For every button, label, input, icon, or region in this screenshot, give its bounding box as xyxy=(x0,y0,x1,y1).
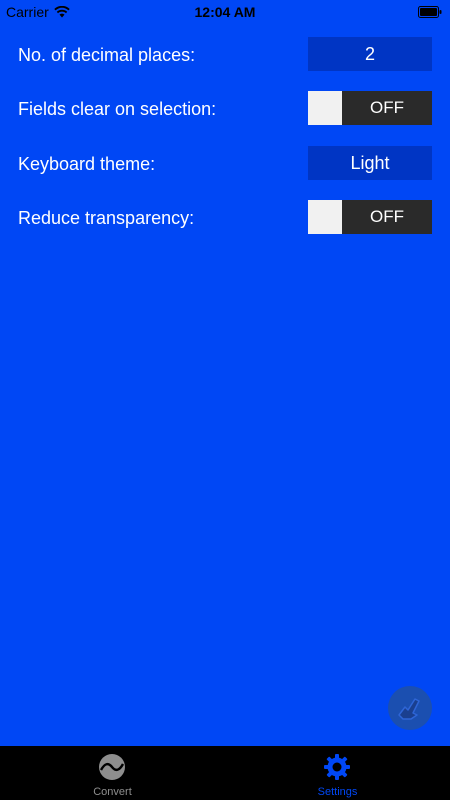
gear-icon xyxy=(324,754,350,780)
battery-icon xyxy=(418,6,442,18)
reduce-transparency-toggle[interactable]: OFF xyxy=(308,200,432,234)
reduce-transparency-row: Reduce transparency: OFF xyxy=(18,200,432,236)
hand-pointer-icon xyxy=(398,698,420,720)
keyboard-theme-row: Keyboard theme: Light xyxy=(18,146,432,182)
tab-convert[interactable]: Convert xyxy=(0,746,225,800)
tab-settings-label: Settings xyxy=(317,786,358,798)
fields-clear-label: Fields clear on selection: xyxy=(18,99,217,119)
decimal-places-selector[interactable]: 2 xyxy=(308,37,432,71)
keyboard-theme-selector[interactable]: Light xyxy=(308,146,432,180)
decimal-places-row: No. of decimal places: 2 xyxy=(18,37,432,73)
tutorial-button[interactable] xyxy=(388,686,432,730)
fields-clear-row: Fields clear on selection: OFF xyxy=(18,91,432,127)
toggle-state: OFF xyxy=(342,200,432,234)
decimal-places-label: No. of decimal places: xyxy=(18,45,196,65)
toggle-knob xyxy=(308,91,342,125)
convert-icon xyxy=(99,754,125,780)
reduce-transparency-label: Reduce transparency: xyxy=(18,208,195,228)
tab-bar: Convert Settings xyxy=(0,746,450,800)
fields-clear-toggle[interactable]: OFF xyxy=(308,91,432,125)
clock: 12:04 AM xyxy=(194,4,256,20)
toggle-knob xyxy=(308,200,342,234)
tab-settings[interactable]: Settings xyxy=(225,746,450,800)
keyboard-theme-label: Keyboard theme: xyxy=(18,154,156,174)
status-bar: Carrier 12:04 AM xyxy=(0,0,450,24)
tab-convert-label: Convert xyxy=(93,786,132,798)
toggle-state: OFF xyxy=(342,91,432,125)
